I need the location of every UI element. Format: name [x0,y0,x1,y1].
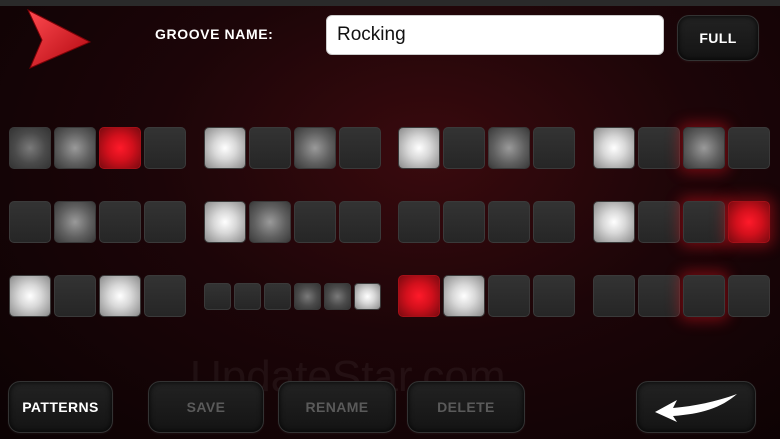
step-pad[interactable] [683,127,725,169]
step-pad[interactable] [294,201,336,243]
step-pad[interactable] [398,201,440,243]
step-pad[interactable] [9,201,51,243]
step-pad[interactable] [249,127,291,169]
step-pad[interactable] [294,127,336,169]
step-pad[interactable] [54,275,96,317]
step-pad[interactable] [593,275,635,317]
step-pad[interactable] [9,127,51,169]
step-pad[interactable] [488,127,530,169]
back-button[interactable] [636,381,756,433]
step-pad[interactable] [54,201,96,243]
step-pad[interactable] [99,201,141,243]
step-pad[interactable] [488,275,530,317]
step-pad[interactable] [294,283,321,310]
step-pad[interactable] [443,127,485,169]
step-pad[interactable] [144,127,186,169]
step-pad[interactable] [638,275,680,317]
step-pad[interactable] [638,127,680,169]
step-pad[interactable] [204,283,231,310]
step-pad[interactable] [99,275,141,317]
pattern-grid [0,0,780,380]
step-pad[interactable] [533,127,575,169]
rename-button[interactable]: RENAME [278,381,396,433]
swoosh-arrow-back-icon [655,394,737,422]
step-pad[interactable] [354,283,381,310]
step-pad[interactable] [249,201,291,243]
step-pad[interactable] [398,127,440,169]
step-pad[interactable] [683,275,725,317]
step-pad[interactable] [54,127,96,169]
step-pad[interactable] [99,127,141,169]
step-pad[interactable] [234,283,261,310]
step-pad[interactable] [638,201,680,243]
step-pad[interactable] [728,275,770,317]
step-pad[interactable] [339,201,381,243]
step-pad[interactable] [264,283,291,310]
step-pad[interactable] [533,275,575,317]
step-pad[interactable] [488,201,530,243]
step-pad[interactable] [204,127,246,169]
step-pad[interactable] [144,275,186,317]
step-pad[interactable] [443,275,485,317]
step-pad[interactable] [144,201,186,243]
step-pad[interactable] [324,283,351,310]
step-pad[interactable] [204,201,246,243]
delete-button[interactable]: DELETE [407,381,525,433]
step-pad[interactable] [533,201,575,243]
step-pad[interactable] [443,201,485,243]
step-pad[interactable] [593,201,635,243]
patterns-button[interactable]: PATTERNS [8,381,113,433]
step-pad[interactable] [9,275,51,317]
step-pad[interactable] [339,127,381,169]
save-button[interactable]: SAVE [148,381,264,433]
step-pad[interactable] [728,127,770,169]
step-pad[interactable] [593,127,635,169]
step-pad[interactable] [728,201,770,243]
step-pad[interactable] [398,275,440,317]
step-pad[interactable] [683,201,725,243]
